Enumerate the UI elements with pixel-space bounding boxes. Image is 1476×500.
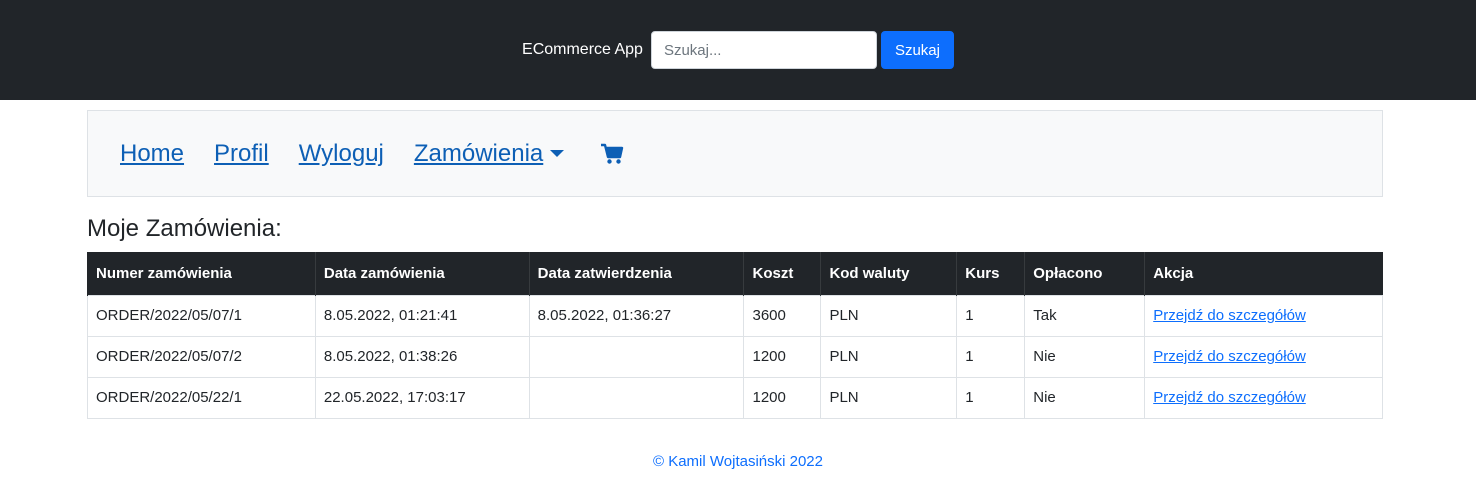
cell-cost: 1200 bbox=[743, 376, 822, 419]
footer-copyright: © Kamil Wojtasiński 2022 bbox=[652, 453, 823, 470]
cell-order-date: 8.05.2022, 01:38:26 bbox=[314, 335, 530, 378]
table-header-row: Numer zamówienia Data zamówienia Data za… bbox=[87, 252, 1383, 295]
cell-currency: PLN bbox=[820, 376, 958, 419]
nav-profile-link[interactable]: Profil bbox=[214, 140, 269, 168]
main-nav: Home Profil Wyloguj Zamówienia bbox=[87, 110, 1383, 197]
cell-paid: Nie bbox=[1024, 335, 1146, 378]
cell-approval-date bbox=[528, 376, 745, 419]
cart-link[interactable] bbox=[600, 143, 624, 165]
cell-order-date: 22.05.2022, 17:03:17 bbox=[314, 376, 530, 419]
cell-approval-date bbox=[528, 335, 745, 378]
cell-order-number: ORDER/2022/05/22/1 bbox=[87, 376, 316, 419]
search-input[interactable] bbox=[650, 31, 877, 69]
cell-currency: PLN bbox=[820, 335, 958, 378]
table-row: ORDER/2022/05/22/1 22.05.2022, 17:03:17 … bbox=[87, 376, 1383, 419]
cell-action: Przejdź do szczegółów bbox=[1144, 294, 1383, 337]
cell-order-date: 8.05.2022, 01:21:41 bbox=[314, 294, 530, 337]
orders-table: Numer zamówienia Data zamówienia Data za… bbox=[87, 252, 1383, 419]
nav-orders-dropdown[interactable]: Zamówienia bbox=[413, 139, 565, 168]
cell-rate: 1 bbox=[956, 294, 1026, 337]
nav-logout-link[interactable]: Wyloguj bbox=[299, 140, 384, 168]
cell-approval-date: 8.05.2022, 01:36:27 bbox=[528, 294, 745, 337]
col-header-paid: Opłacono bbox=[1024, 252, 1145, 295]
table-row: ORDER/2022/05/07/2 8.05.2022, 01:38:26 1… bbox=[87, 335, 1383, 378]
cell-order-number: ORDER/2022/05/07/2 bbox=[87, 335, 316, 378]
page-title: Moje Zamówienia: bbox=[87, 215, 282, 242]
nav-orders-label: Zamówienia bbox=[413, 139, 544, 167]
shopping-cart-icon bbox=[601, 143, 624, 164]
col-header-approval-date: Data zatwierdzenia bbox=[528, 252, 744, 295]
brand-name[interactable]: ECommerce App bbox=[522, 41, 643, 59]
cell-rate: 1 bbox=[956, 335, 1026, 378]
col-header-cost: Koszt bbox=[743, 252, 821, 295]
details-link[interactable]: Przejdź do szczegółów bbox=[1153, 348, 1306, 365]
col-header-rate: Kurs bbox=[956, 252, 1025, 295]
cell-currency: PLN bbox=[820, 294, 958, 337]
col-header-action: Akcja bbox=[1144, 252, 1383, 295]
cell-cost: 3600 bbox=[743, 294, 822, 337]
caret-down-icon bbox=[550, 150, 565, 157]
col-header-order-date: Data zamówienia bbox=[314, 252, 530, 295]
cell-order-number: ORDER/2022/05/07/1 bbox=[87, 294, 316, 337]
details-link[interactable]: Przejdź do szczegółów bbox=[1153, 389, 1306, 406]
cell-rate: 1 bbox=[956, 376, 1026, 419]
top-navbar: ECommerce App Szukaj bbox=[0, 0, 1476, 100]
cell-paid: Nie bbox=[1024, 376, 1146, 419]
cell-cost: 1200 bbox=[743, 335, 822, 378]
table-row: ORDER/2022/05/07/1 8.05.2022, 01:21:41 8… bbox=[87, 294, 1383, 337]
details-link[interactable]: Przejdź do szczegółów bbox=[1153, 307, 1306, 324]
search-button[interactable]: Szukaj bbox=[880, 31, 954, 69]
col-header-order-number: Numer zamówienia bbox=[87, 252, 316, 295]
col-header-currency: Kod waluty bbox=[820, 252, 957, 295]
nav-home-link[interactable]: Home bbox=[120, 140, 184, 168]
cell-action: Przejdź do szczegółów bbox=[1144, 376, 1383, 419]
cell-action: Przejdź do szczegółów bbox=[1144, 335, 1383, 378]
cell-paid: Tak bbox=[1024, 294, 1146, 337]
